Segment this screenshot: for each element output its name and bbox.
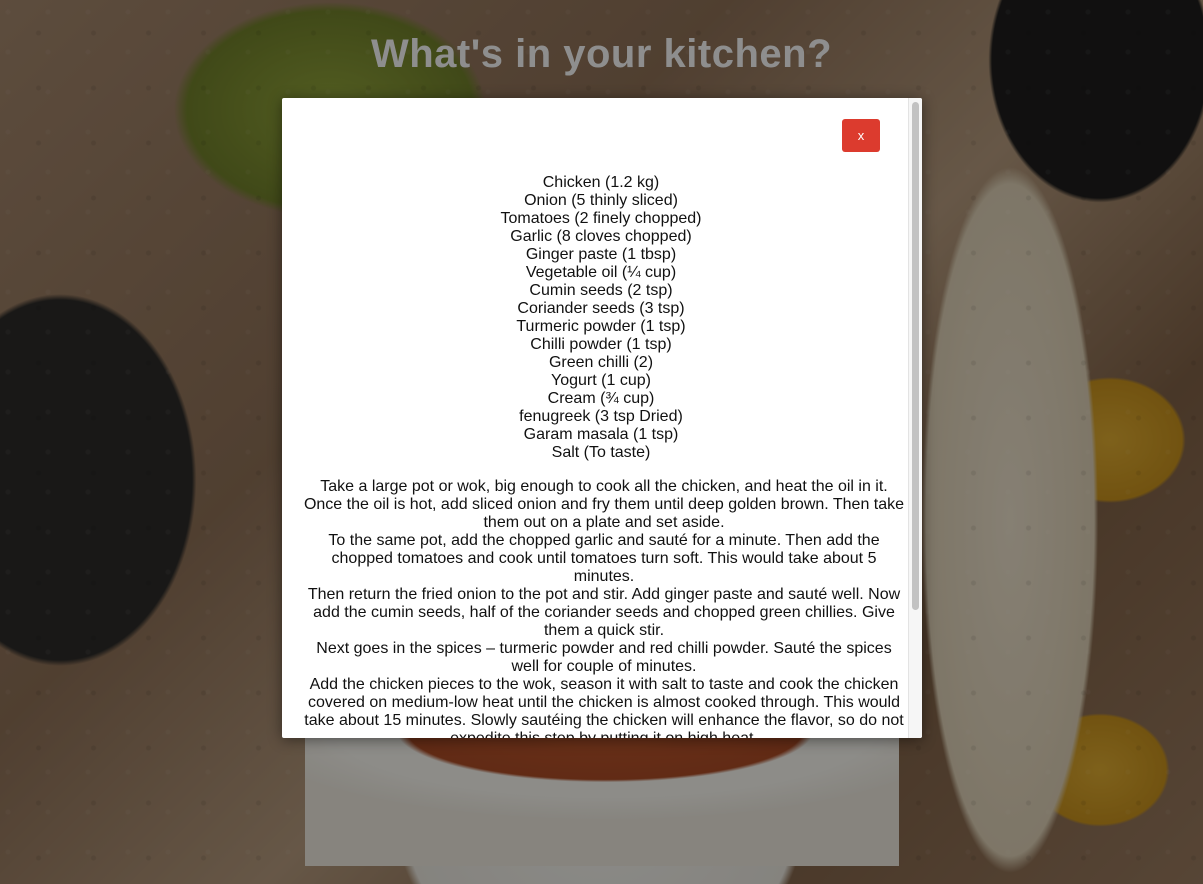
modal-content: x Chicken (1.2 kg) Onion (5 thinly slice… bbox=[282, 98, 908, 738]
ingredient-item: Coriander seeds (3 tsp) bbox=[517, 300, 685, 317]
instruction-step: Then return the fried onion to the pot a… bbox=[307, 586, 901, 639]
ingredient-item: Turmeric powder (1 tsp) bbox=[516, 318, 686, 335]
ingredient-item: Onion (5 thinly sliced) bbox=[524, 192, 678, 209]
ingredient-item: Salt (To taste) bbox=[551, 444, 651, 461]
instruction-step: Next goes in the spices – turmeric powde… bbox=[316, 640, 892, 675]
instructions: Take a large pot or wok, big enough to c… bbox=[302, 478, 906, 738]
ingredient-item: Vegetable oil (¼ cup) bbox=[525, 264, 677, 281]
instruction-step: To the same pot, add the chopped garlic … bbox=[328, 532, 880, 585]
ingredient-item: Garlic (8 cloves chopped) bbox=[510, 228, 692, 245]
scrollbar-thumb[interactable] bbox=[912, 102, 919, 610]
modal-scrollbar[interactable] bbox=[908, 98, 922, 738]
instruction-step: Take a large pot or wok, big enough to c… bbox=[303, 478, 905, 531]
ingredient-item: Ginger paste (1 tbsp) bbox=[525, 246, 677, 263]
ingredient-item: Cream (¾ cup) bbox=[547, 390, 655, 407]
ingredient-item: Green chilli (2) bbox=[548, 354, 654, 371]
ingredient-item: Tomatoes (2 finely chopped) bbox=[500, 210, 702, 227]
ingredient-item: Cumin seeds (2 tsp) bbox=[529, 282, 673, 299]
ingredient-item: fenugreek (3 tsp Dried) bbox=[519, 408, 683, 425]
ingredient-item: Chicken (1.2 kg) bbox=[542, 174, 660, 191]
close-button[interactable]: x bbox=[842, 119, 880, 152]
ingredient-item: Garam masala (1 tsp) bbox=[523, 426, 679, 443]
ingredient-item: Chilli powder (1 tsp) bbox=[530, 336, 672, 353]
instruction-step: Add the chicken pieces to the wok, seaso… bbox=[304, 676, 904, 738]
recipe-modal: x Chicken (1.2 kg) Onion (5 thinly slice… bbox=[282, 98, 922, 738]
ingredient-list: Chicken (1.2 kg) Onion (5 thinly sliced)… bbox=[294, 174, 908, 462]
page-title: What's in your kitchen? bbox=[370, 32, 833, 76]
ingredient-item: Yogurt (1 cup) bbox=[551, 372, 651, 389]
